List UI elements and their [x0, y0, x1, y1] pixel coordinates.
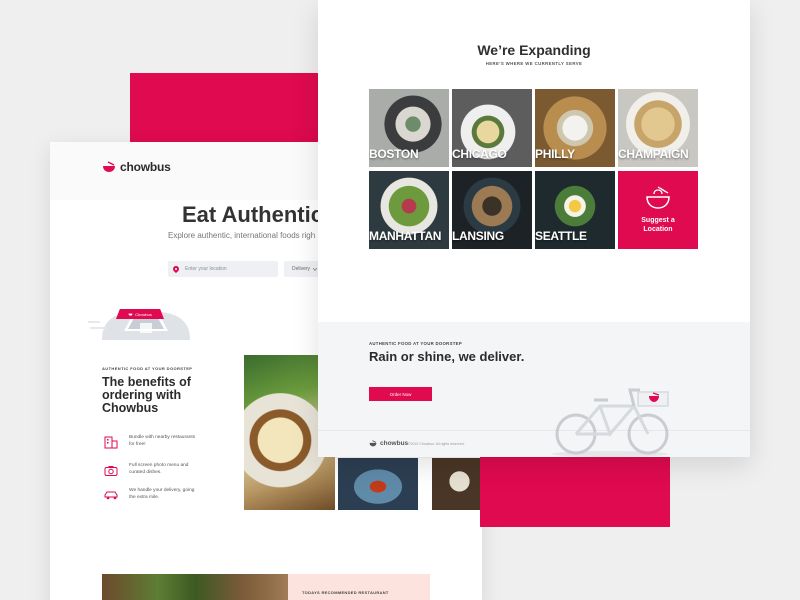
- bowl-logo-icon: [128, 313, 133, 316]
- city-tile-chicago[interactable]: CHICAGO: [452, 89, 532, 167]
- benefit-item: Full screen photo menu and curated dishe…: [102, 463, 199, 477]
- city-tile-champaign[interactable]: CHAMPAIGN: [618, 89, 698, 167]
- footer-divider: [318, 430, 750, 431]
- city-name: PHILLY: [535, 147, 575, 161]
- footer-copyright: ©2019 Chowbus. All rights reserved.: [408, 442, 465, 446]
- delivery-title: Rain or shine, we deliver.: [369, 349, 525, 364]
- bowl-logo-icon: [369, 440, 377, 447]
- expanding-title: We’re Expanding: [477, 42, 591, 58]
- recommended-restaurant-image: [102, 574, 288, 600]
- location-input[interactable]: Enter your location: [168, 261, 278, 277]
- city-name: CHAMPAIGN: [618, 147, 689, 161]
- car-icon: [102, 488, 120, 502]
- dish-image-bowl: [432, 458, 482, 510]
- city-tile-boston[interactable]: BOSTON: [369, 89, 449, 167]
- suggest-location-tile[interactable]: Suggest a Location: [618, 171, 698, 249]
- benefit-text: Bundle with nearby restaurants for free!: [129, 435, 196, 447]
- dish-image-grilled-fish: [338, 458, 418, 510]
- city-name: SEATTLE: [535, 229, 587, 243]
- benefits-kicker: AUTHENTIC FOOD AT YOUR DOORSTEP: [102, 366, 193, 371]
- footer-logo[interactable]: chowbus: [369, 440, 408, 447]
- city-tile-philly[interactable]: PHILLY: [535, 89, 615, 167]
- suggest-location-label: Suggest a Location: [641, 217, 675, 233]
- order-now-button[interactable]: Order Now: [369, 387, 432, 401]
- car-sign-text: Chowbus: [135, 311, 152, 317]
- hero-title: Eat Authentic: [182, 202, 323, 227]
- decorative-red-block-bottom: [480, 455, 670, 527]
- benefit-item: We handle your delivery, going the extra…: [102, 488, 199, 502]
- chevron-down-icon: [313, 267, 318, 271]
- city-name: BOSTON: [369, 147, 419, 161]
- delivery-select-value: Delivery: [292, 266, 311, 272]
- benefits-title: The benefits of ordering with Chowbus: [102, 375, 191, 415]
- recommended-label: TODAYS RECOMMENDED RESTAURANT: [302, 590, 389, 595]
- hero-subtitle: Explore authentic, international foods r…: [168, 231, 316, 240]
- city-tile-manhattan[interactable]: MANHATTAN: [369, 171, 449, 249]
- benefit-item: Bundle with nearby restaurants for free!: [102, 435, 199, 449]
- footer-logo-text: chowbus: [380, 440, 409, 447]
- recommended-restaurant-panel[interactable]: TODAYS RECOMMENDED RESTAURANT: [288, 574, 430, 600]
- delivery-kicker: AUTHENTIC FOOD AT YOUR DOORSTEP: [369, 341, 463, 346]
- bowl-logo-icon: [103, 161, 115, 172]
- bicycle-illustration: [552, 388, 669, 457]
- map-pin-icon: [173, 265, 179, 273]
- city-name: CHICAGO: [452, 147, 507, 161]
- bowl-icon: [646, 186, 670, 209]
- car-roof-sign: Chowbus: [116, 309, 164, 319]
- chowbus-logo[interactable]: chowbus: [102, 160, 171, 174]
- benefit-text: Full screen photo menu and curated dishe…: [129, 463, 189, 475]
- city-tile-lansing[interactable]: LANSING: [452, 171, 532, 249]
- expanding-subtitle: HERE’S WHERE WE CURRENTLY SERVE: [485, 61, 583, 66]
- city-name: MANHATTAN: [369, 229, 442, 243]
- decorative-red-block-top: [130, 73, 330, 143]
- logo-text: chowbus: [120, 160, 171, 174]
- benefit-text: We handle your delivery, going the extra…: [129, 488, 195, 500]
- city-name: LANSING: [452, 229, 504, 243]
- building-icon: [102, 435, 120, 449]
- landing-page-front: We’re Expanding HERE’S WHERE WE CURRENTL…: [318, 0, 750, 457]
- camera-icon: [102, 463, 120, 477]
- city-tile-seattle[interactable]: SEATTLE: [535, 171, 615, 249]
- location-placeholder: Enter your location: [185, 266, 227, 272]
